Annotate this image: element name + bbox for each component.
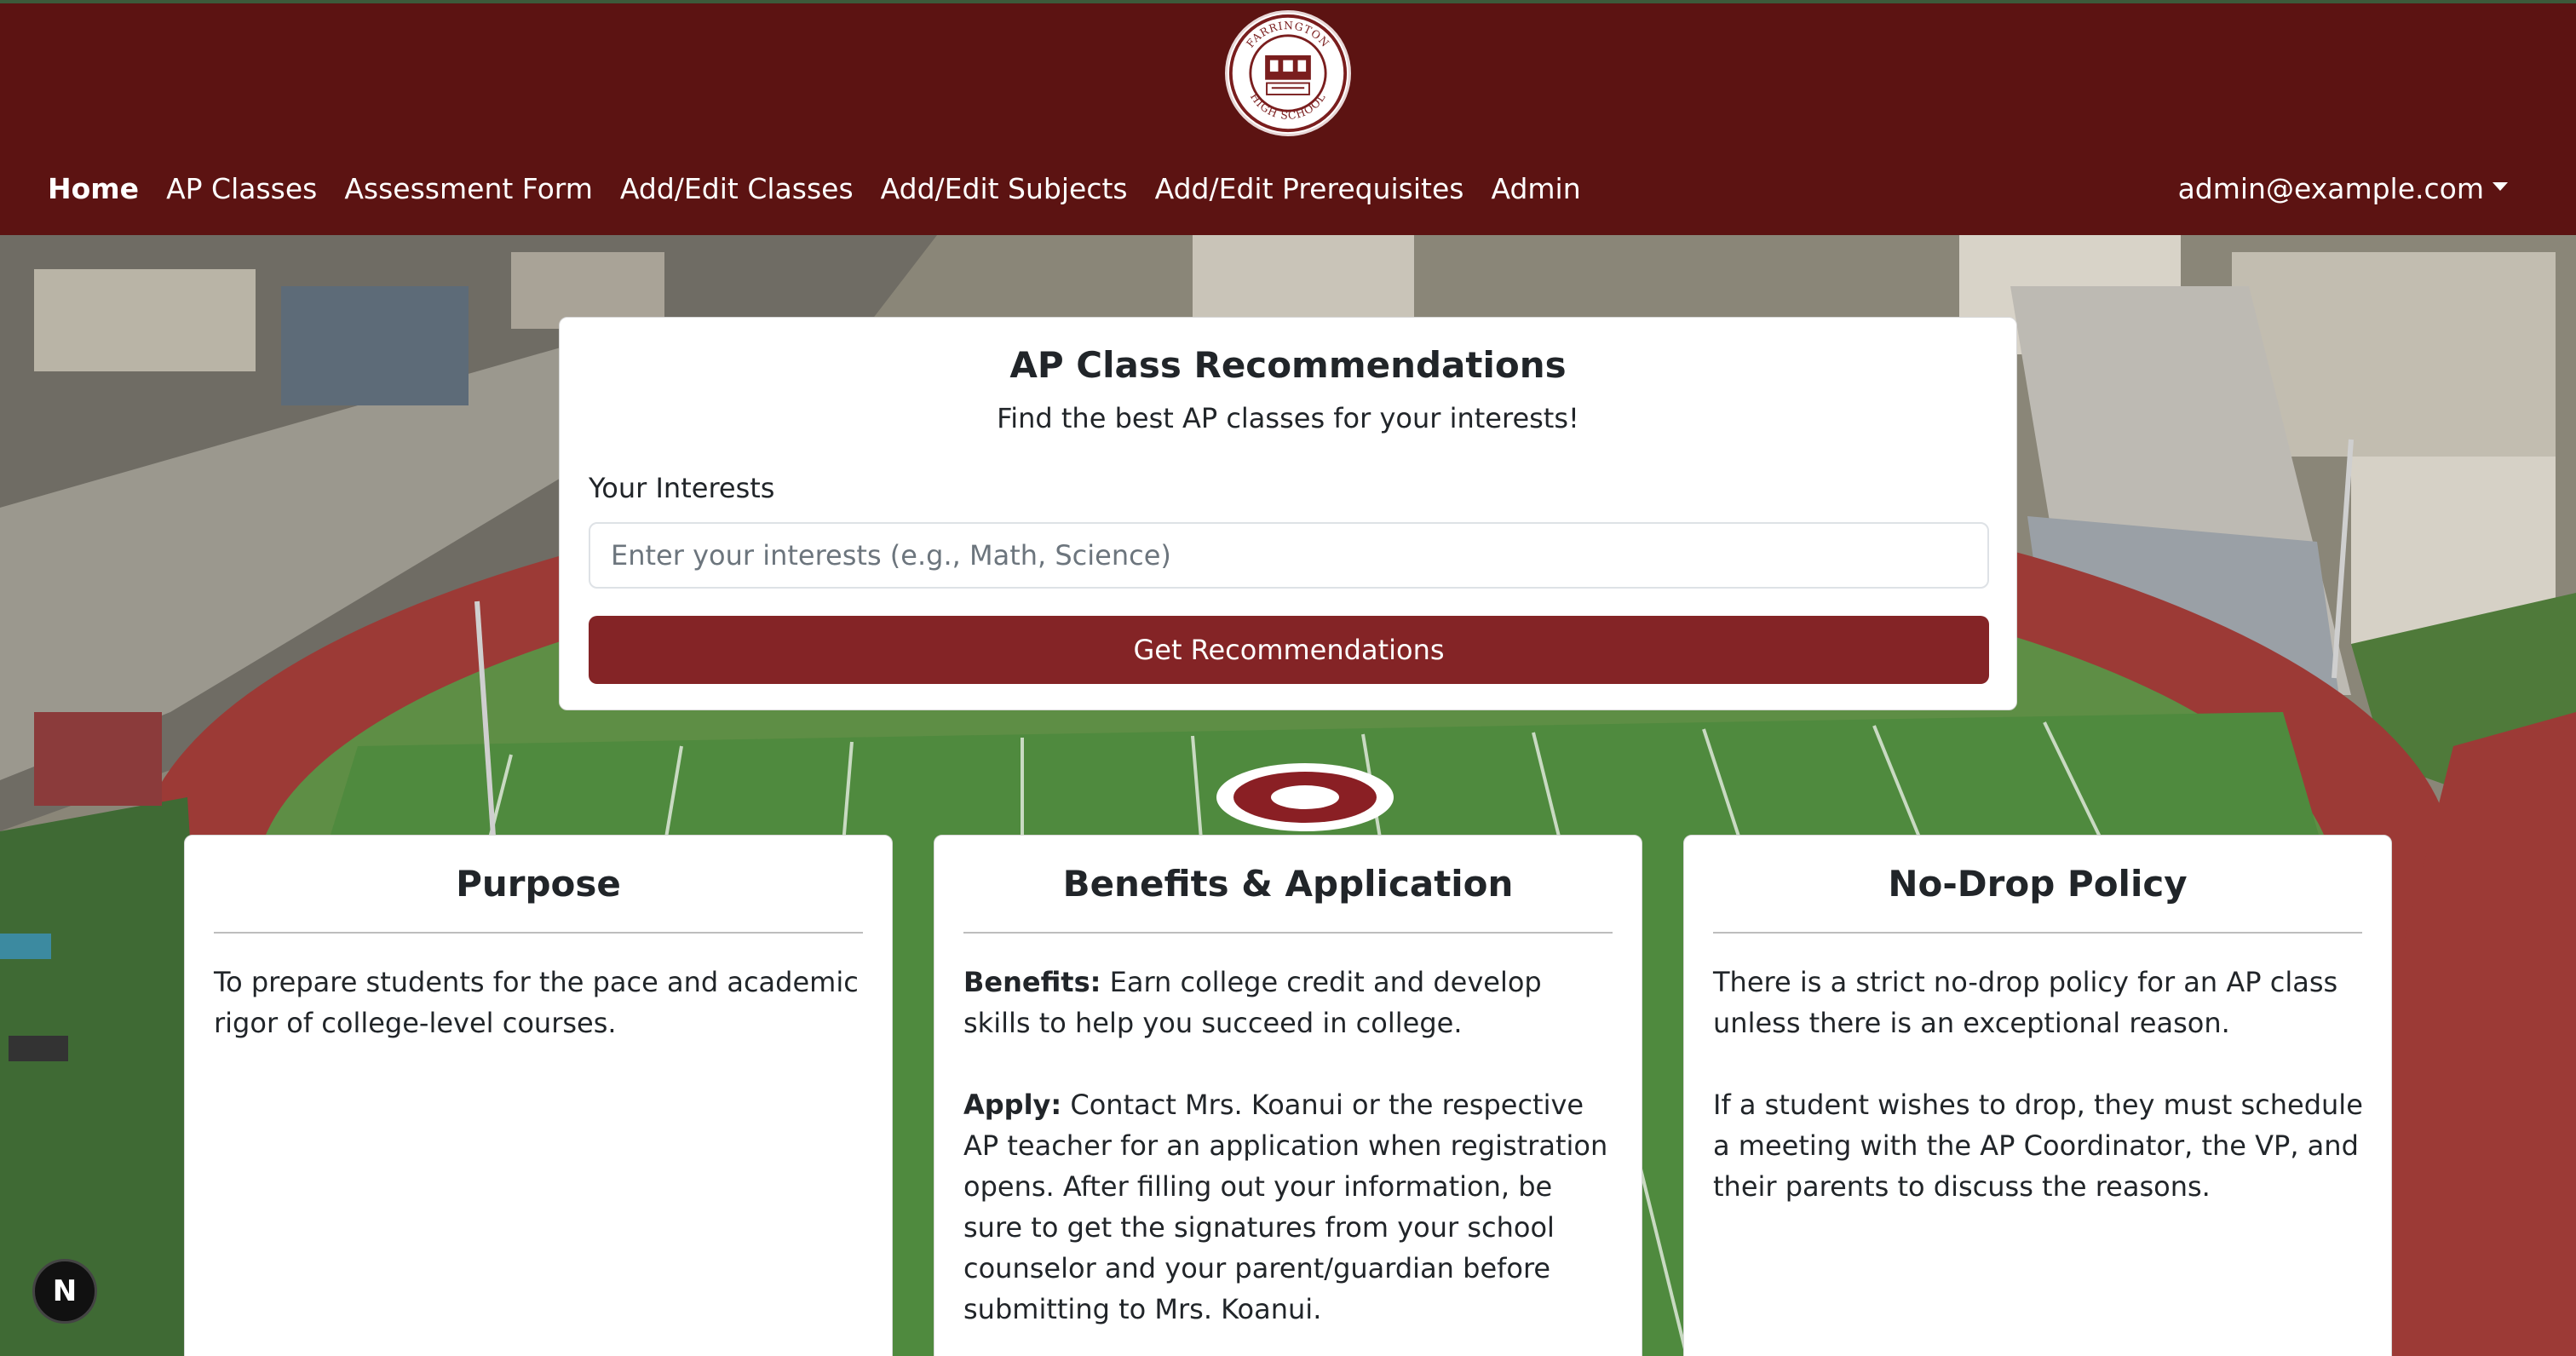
card-body-purpose: To prepare students for the pace and aca… <box>214 962 866 1084</box>
benefits-label: Benefits: <box>963 966 1101 998</box>
nextjs-icon[interactable]: N <box>32 1259 97 1324</box>
user-email: admin@example.com <box>2177 172 2484 205</box>
interests-input[interactable] <box>589 522 1989 589</box>
navbar: FARRINGTON HIGH SCHOOL Home AP Classes A… <box>0 0 2576 235</box>
recommendation-card: AP Class Recommendations Find the best A… <box>559 317 2017 710</box>
school-seal-icon: FARRINGTON HIGH SCHOOL <box>1228 14 1348 133</box>
card-body-benefits: Benefits: Earn college credit and develo… <box>963 962 1616 1356</box>
get-recommendations-button[interactable]: Get Recommendations <box>589 616 1989 684</box>
nav-link-add-edit-classes[interactable]: Add/Edit Classes <box>620 170 854 208</box>
apply-label: Apply: <box>963 1089 1062 1121</box>
interests-label: Your Interests <box>589 472 775 504</box>
nav-link-assessment-form[interactable]: Assessment Form <box>344 170 593 208</box>
no-drop-text-2: If a student wishes to drop, they must s… <box>1713 1089 2363 1203</box>
nav-link-add-edit-subjects[interactable]: Add/Edit Subjects <box>881 170 1128 208</box>
card-divider <box>1713 932 2362 934</box>
card-divider <box>214 932 863 934</box>
no-drop-policy-card: No-Drop Policy There is a strict no-drop… <box>1683 835 2392 1356</box>
card-title-purpose: Purpose <box>456 863 621 905</box>
benefits-paragraph: Benefits: Earn college credit and develo… <box>963 962 1616 1043</box>
apply-text: Contact Mrs. Koanui or the respective AP… <box>963 1089 1608 1325</box>
nav-link-add-edit-prerequisites[interactable]: Add/Edit Prerequisites <box>1155 170 1464 208</box>
purpose-card: Purpose To prepare students for the pace… <box>184 835 893 1356</box>
purpose-text: To prepare students for the pace and aca… <box>214 966 859 1039</box>
nav-link-ap-classes[interactable]: AP Classes <box>166 170 317 208</box>
card-divider <box>963 932 1613 934</box>
user-menu-dropdown[interactable]: admin@example.com <box>2178 170 2508 208</box>
recommendation-title: AP Class Recommendations <box>1009 344 1567 386</box>
nav-link-home[interactable]: Home <box>48 170 139 208</box>
card-title-benefits: Benefits & Application <box>1062 863 1514 905</box>
no-drop-text-1: There is a strict no-drop policy for an … <box>1713 966 2338 1039</box>
school-logo[interactable]: FARRINGTON HIGH SCHOOL <box>1225 10 1351 136</box>
apply-paragraph: Apply: Contact Mrs. Koanui or the respec… <box>963 1084 1616 1330</box>
chevron-down-icon <box>2493 182 2508 191</box>
next-badge-label: N <box>52 1274 78 1308</box>
recommendation-subtitle: Find the best AP classes for your intere… <box>997 402 1579 434</box>
card-body-no-drop: There is a strict no-drop policy for an … <box>1713 962 2366 1248</box>
benefits-card: Benefits & Application Benefits: Earn co… <box>934 835 1642 1356</box>
card-title-no-drop: No-Drop Policy <box>1888 863 2188 905</box>
main-nav: Home AP Classes Assessment Form Add/Edit… <box>48 170 1581 208</box>
nav-link-admin[interactable]: Admin <box>1491 170 1580 208</box>
